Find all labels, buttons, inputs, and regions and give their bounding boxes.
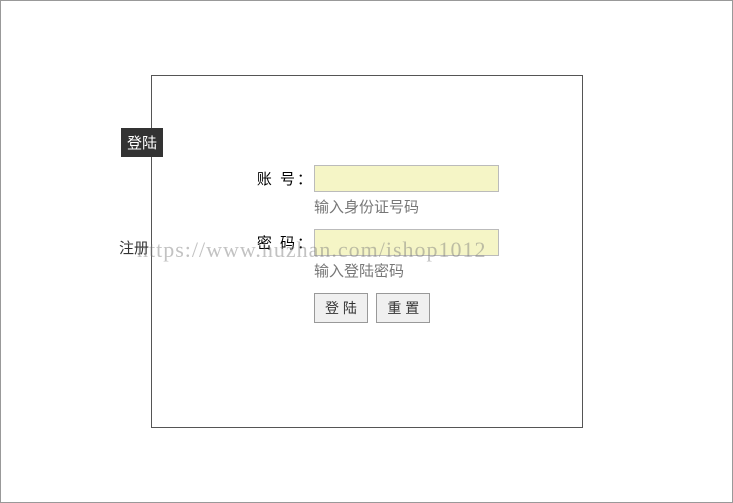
login-form: 账 号： 输入身份证号码 密 码： 输入登陆密码 登 陆 重 置 — [249, 165, 539, 323]
password-input[interactable] — [314, 229, 499, 256]
account-input[interactable] — [314, 165, 499, 192]
login-panel: 账 号： 输入身份证号码 密 码： 输入登陆密码 登 陆 重 置 — [151, 75, 583, 428]
login-button[interactable]: 登 陆 — [314, 293, 368, 323]
account-hint: 输入身份证号码 — [314, 196, 539, 217]
password-row: 密 码： — [249, 229, 539, 256]
password-hint: 输入登陆密码 — [314, 260, 539, 281]
register-link[interactable]: 注册 — [119, 237, 149, 258]
button-row: 登 陆 重 置 — [314, 293, 539, 323]
password-label: 密 码： — [249, 232, 314, 253]
reset-button[interactable]: 重 置 — [376, 293, 430, 323]
login-tab[interactable]: 登陆 — [121, 128, 163, 157]
account-label: 账 号： — [249, 168, 314, 189]
account-row: 账 号： — [249, 165, 539, 192]
